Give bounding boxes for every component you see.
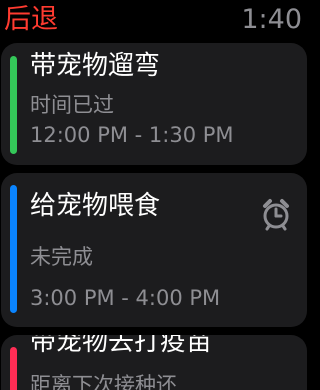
reminder-time-range: 12:00 PM - 1:30 PM xyxy=(30,123,234,147)
status-bar-blue xyxy=(10,185,17,313)
clock-time: 1:40 xyxy=(241,4,302,35)
top-bar: 后退 1:40 xyxy=(0,0,312,44)
reminder-time-range: 3:00 PM - 4:00 PM xyxy=(30,286,221,310)
reminder-status: 未完成 xyxy=(30,245,93,269)
status-bar-green xyxy=(10,56,17,154)
reminder-title: 带宠物遛弯 xyxy=(30,51,161,81)
alarm-clock-icon xyxy=(259,197,293,231)
status-bar-red xyxy=(10,347,17,390)
reminder-status: 时间已过 xyxy=(30,93,114,117)
reminder-list[interactable]: 带宠物遛弯 时间已过 12:00 PM - 1:30 PM 给宠物喂食 未完成 … xyxy=(0,43,312,390)
reminder-card-walk-pet[interactable]: 带宠物遛弯 时间已过 12:00 PM - 1:30 PM xyxy=(1,43,307,165)
reminder-card-feed-pet[interactable]: 给宠物喂食 未完成 3:00 PM - 4:00 PM xyxy=(1,173,307,327)
reminder-title: 带宠物去打疫苗 xyxy=(30,335,213,357)
reminder-status: 距离下次接种还 xyxy=(30,373,177,390)
reminder-title: 给宠物喂食 xyxy=(30,191,161,221)
reminder-card-vaccinate-pet[interactable]: 带宠物去打疫苗 距离下次接种还 xyxy=(1,335,307,390)
back-button[interactable]: 后退 xyxy=(4,3,58,37)
